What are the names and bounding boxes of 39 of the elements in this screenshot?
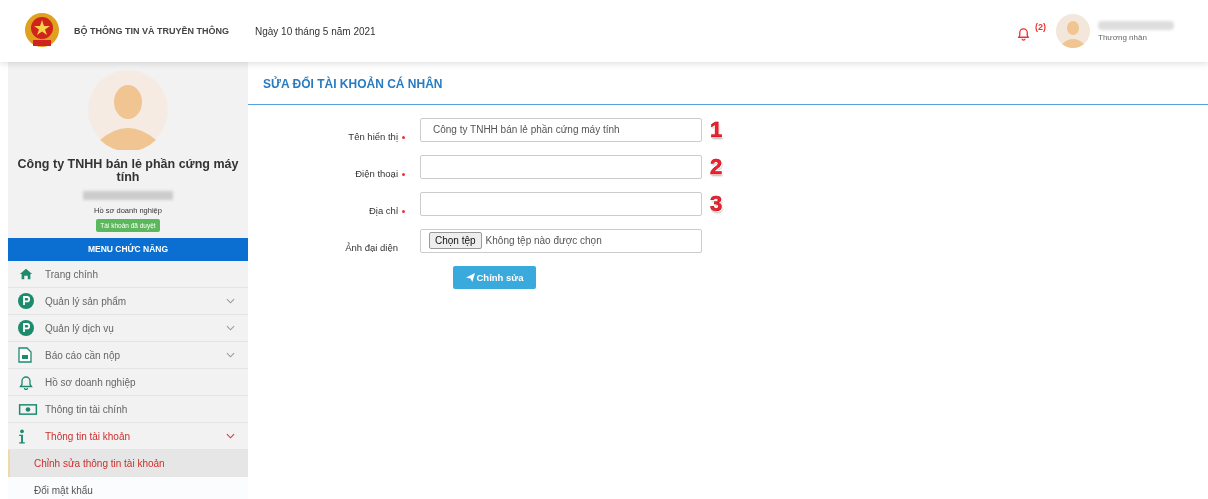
p-circle-icon — [18, 293, 34, 310]
home-icon — [18, 267, 34, 282]
notification-bell-icon[interactable] — [1016, 25, 1031, 41]
banknote-icon — [18, 402, 38, 416]
notification-count: (2) — [1035, 22, 1046, 32]
send-icon — [465, 272, 475, 282]
menu-item[interactable]: Quản lý sản phẩm — [8, 288, 248, 316]
input-field[interactable] — [420, 191, 702, 216]
info-icon — [18, 428, 26, 444]
annotation-number: 3 — [710, 192, 723, 215]
field-label: Điện thoại — [248, 168, 405, 179]
ministry-name: BỘ THÔNG TIN VÀ TRUYỀN THÔNG — [74, 26, 229, 36]
submenu-item[interactable]: Chỉnh sửa thông tin tài khoản — [8, 450, 248, 478]
field-label: Địa chỉ — [248, 205, 405, 216]
annotation-number: 1 — [710, 118, 723, 141]
user-role: Thương nhân — [1098, 32, 1148, 42]
input-field[interactable]: Công ty TNHH bán lẻ phần cứng máy tính — [420, 117, 702, 142]
menu-header: MENU CHỨC NĂNG — [8, 238, 248, 262]
menu-item[interactable]: Báo cáo cần nộp — [8, 342, 248, 370]
company-name: Công ty TNHH bán lẻ phần cứng máy tính — [16, 158, 240, 185]
menu-item[interactable]: Trang chính — [8, 261, 248, 289]
date-text: Ngày 10 tháng 5 năm 2021 — [255, 25, 376, 37]
user-avatar-icon[interactable] — [1056, 14, 1090, 48]
menu-item[interactable]: Hồ sơ doanh nghiệp — [8, 369, 248, 397]
menu-item[interactable]: Thông tin tài chính — [8, 396, 248, 424]
menu-item[interactable]: Quản lý dịch vụ — [8, 315, 248, 343]
file-input-field[interactable]: Chọn tệp Không tệp nào được chọn — [420, 228, 702, 253]
annotation-number: 2 — [710, 155, 723, 178]
field-label: Ảnh đại diện — [344, 242, 399, 253]
field-label: Tên hiển thị — [248, 131, 405, 142]
submenu-item[interactable]: Đổi mật khẩu — [8, 477, 248, 499]
bell-icon — [18, 374, 34, 391]
p-circle-icon — [18, 320, 34, 337]
document-icon — [18, 347, 32, 364]
page-title: SỬA ĐỔI TÀI KHOẢN CÁ NHÂN — [248, 62, 1208, 105]
choose-file-button[interactable]: Chọn tệp — [429, 232, 482, 249]
file-status: Không tệp nào được chọn — [485, 235, 602, 246]
input-field[interactable] — [420, 154, 702, 179]
profile-avatar-icon — [88, 70, 168, 150]
